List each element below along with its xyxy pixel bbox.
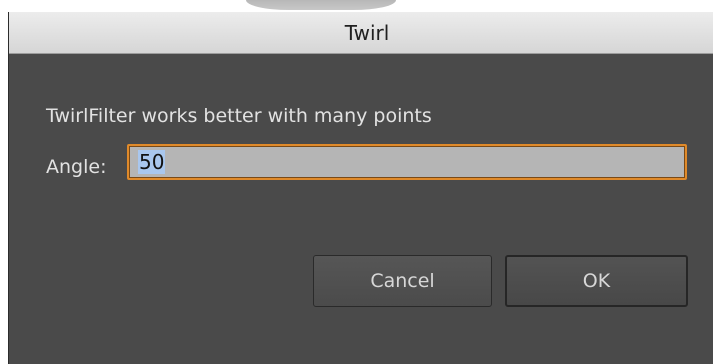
angle-label: Angle:: [46, 156, 107, 178]
cancel-button[interactable]: Cancel: [313, 255, 492, 307]
info-message: TwirlFilter works better with many point…: [46, 105, 432, 127]
window-background-strip: [0, 0, 713, 12]
ok-button[interactable]: OK: [505, 255, 688, 307]
angle-input-value: 50: [138, 150, 166, 174]
background-window-edge: [246, 0, 396, 10]
twirl-dialog: Twirl TwirlFilter works better with many…: [8, 12, 713, 364]
dialog-title: Twirl: [344, 20, 390, 45]
angle-input[interactable]: 50: [127, 144, 687, 180]
dialog-titlebar[interactable]: Twirl: [9, 12, 713, 54]
